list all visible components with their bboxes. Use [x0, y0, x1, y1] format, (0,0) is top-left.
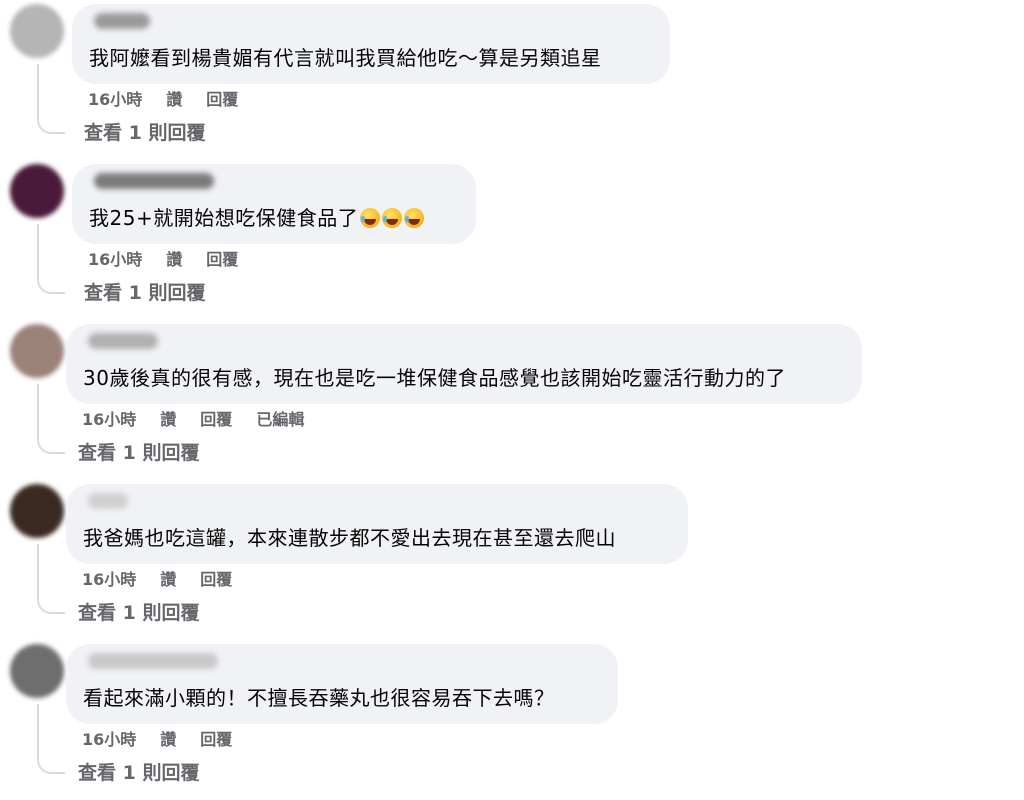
rolling-on-floor-laughing-emoji [360, 208, 381, 228]
view-replies-link[interactable]: 查看 1 則回覆 [78, 598, 199, 625]
rolling-on-floor-laughing-emoji [382, 208, 403, 228]
reply-button[interactable]: 回覆 [200, 406, 232, 430]
comment-timestamp[interactable]: 16小時 [82, 406, 136, 430]
comment-actions: 16小時讚回覆 [88, 86, 262, 110]
comment-actions: 16小時讚回覆 [82, 566, 256, 590]
rolling-on-floor-laughing-emoji [404, 208, 425, 228]
comment-timestamp[interactable]: 16小時 [88, 246, 142, 270]
view-replies-link[interactable]: 查看 1 則回覆 [78, 438, 199, 465]
view-replies-link[interactable]: 查看 1 則回覆 [84, 278, 205, 305]
comment-actions: 16小時讚回覆 [88, 246, 262, 270]
commenter-name-redacted [94, 173, 214, 189]
comment-timestamp[interactable]: 16小時 [82, 566, 136, 590]
thread-line [37, 64, 65, 134]
thread-line [37, 384, 65, 454]
comment-item: 我爸媽也吃這罐，本來連散步都不愛出去現在甚至還去爬山 16小時讚回覆 查看 1 … [0, 480, 1024, 640]
comment-text: 我爸媽也吃這罐，本來連散步都不愛出去現在甚至還去爬山 [83, 526, 616, 550]
thread-line [37, 544, 65, 614]
comment-text-body: 我25+就開始想吃保健食品了 [89, 206, 359, 230]
comment-actions: 16小時讚回覆 [82, 726, 256, 750]
edited-label[interactable]: 已編輯 [256, 406, 304, 430]
view-replies-link[interactable]: 查看 1 則回覆 [84, 118, 205, 145]
comment-text: 30歲後真的很有感，現在也是吃一堆保健食品感覺也該開始吃靈活行動力的了 [83, 366, 786, 390]
comment-timestamp[interactable]: 16小時 [88, 86, 142, 110]
avatar[interactable] [10, 324, 64, 378]
avatar[interactable] [10, 484, 64, 538]
reply-button[interactable]: 回覆 [200, 566, 232, 590]
like-button[interactable]: 讚 [160, 566, 176, 590]
commenter-name-redacted [88, 333, 158, 349]
comment-item: 30歲後真的很有感，現在也是吃一堆保健食品感覺也該開始吃靈活行動力的了 16小時… [0, 320, 1024, 480]
comment-bubble: 我25+就開始想吃保健食品了 [72, 164, 476, 244]
reply-button[interactable]: 回覆 [206, 246, 238, 270]
commenter-name-redacted [94, 13, 150, 29]
commenter-name-redacted [88, 653, 218, 669]
comment-text: 我25+就開始想吃保健食品了 [89, 204, 425, 232]
comment-bubble: 我阿嬤看到楊貴媚有代言就叫我買給他吃～算是另類追星 [72, 4, 670, 84]
comment-item: 看起來滿小顆的！不擅長吞藥丸也很容易吞下去嗎？ 16小時讚回覆 查看 1 則回覆 [0, 640, 1024, 800]
thread-line [37, 704, 65, 774]
comment-bubble: 30歲後真的很有感，現在也是吃一堆保健食品感覺也該開始吃靈活行動力的了 [66, 324, 862, 404]
comment-text: 我阿嬤看到楊貴媚有代言就叫我買給他吃～算是另類追星 [89, 46, 602, 70]
avatar[interactable] [10, 644, 64, 698]
reply-button[interactable]: 回覆 [200, 726, 232, 750]
like-button[interactable]: 讚 [160, 726, 176, 750]
commenter-name-redacted [88, 493, 128, 509]
view-replies-link[interactable]: 查看 1 則回覆 [78, 758, 199, 785]
comment-text: 看起來滿小顆的！不擅長吞藥丸也很容易吞下去嗎？ [83, 686, 555, 710]
avatar[interactable] [10, 4, 64, 58]
comment-timestamp[interactable]: 16小時 [82, 726, 136, 750]
thread-line [37, 224, 65, 294]
like-button[interactable]: 讚 [160, 406, 176, 430]
comment-bubble: 我爸媽也吃這罐，本來連散步都不愛出去現在甚至還去爬山 [66, 484, 688, 564]
avatar[interactable] [10, 164, 64, 218]
comment-item: 我阿嬤看到楊貴媚有代言就叫我買給他吃～算是另類追星 16小時讚回覆 查看 1 則… [0, 0, 1024, 160]
reply-button[interactable]: 回覆 [206, 86, 238, 110]
like-button[interactable]: 讚 [166, 246, 182, 270]
like-button[interactable]: 讚 [166, 86, 182, 110]
comment-bubble: 看起來滿小顆的！不擅長吞藥丸也很容易吞下去嗎？ [66, 644, 618, 724]
comment-item: 我25+就開始想吃保健食品了 16小時讚回覆 查看 1 則回覆 [0, 160, 1024, 320]
comment-actions: 16小時讚回覆 已編輯 [82, 406, 328, 430]
